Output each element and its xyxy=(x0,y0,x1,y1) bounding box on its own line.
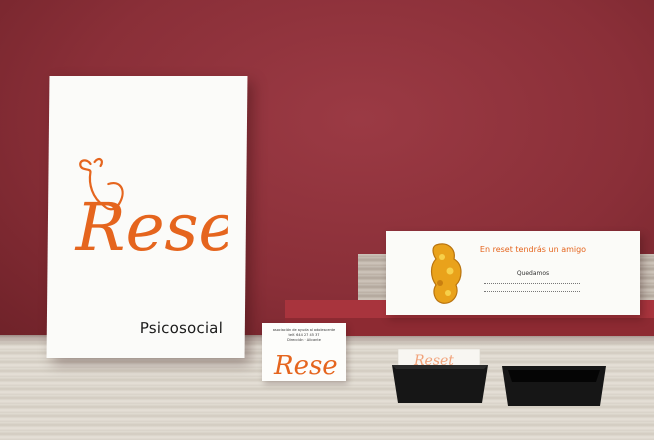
business-card-line: asociación de ayuda al adolescente xyxy=(272,328,336,332)
card-dotted-line xyxy=(484,291,580,292)
poster-tagline: Psicosocial xyxy=(139,319,224,337)
card-title: En reset tendrás un amigo xyxy=(479,245,587,254)
card-subtitle: Quedamos xyxy=(516,270,550,277)
business-card-logo: Reset xyxy=(273,351,338,379)
sponge-creature-icon xyxy=(430,243,462,304)
poster: Reset Psicosocial xyxy=(46,76,248,358)
reset-logo: Reset xyxy=(74,157,229,264)
business-card-logo-text: Reset xyxy=(273,351,338,379)
poster-logo-text: Reset xyxy=(74,189,228,264)
card-holder-empty xyxy=(502,366,606,406)
mockup-scene: Reset Psicosocial En reset tendrás un am… xyxy=(0,0,654,440)
greeting-card: En reset tendrás un amigo Quedamos xyxy=(386,231,640,315)
card-dotted-line xyxy=(484,283,580,284)
business-card-line: Dirección · Alicante xyxy=(287,338,321,342)
business-card: asociación de ayuda al adolescente telf.… xyxy=(262,323,346,381)
card-holder-filled: Reset xyxy=(392,348,488,403)
business-card-line: telf. 644 27 45 37 xyxy=(288,333,320,337)
